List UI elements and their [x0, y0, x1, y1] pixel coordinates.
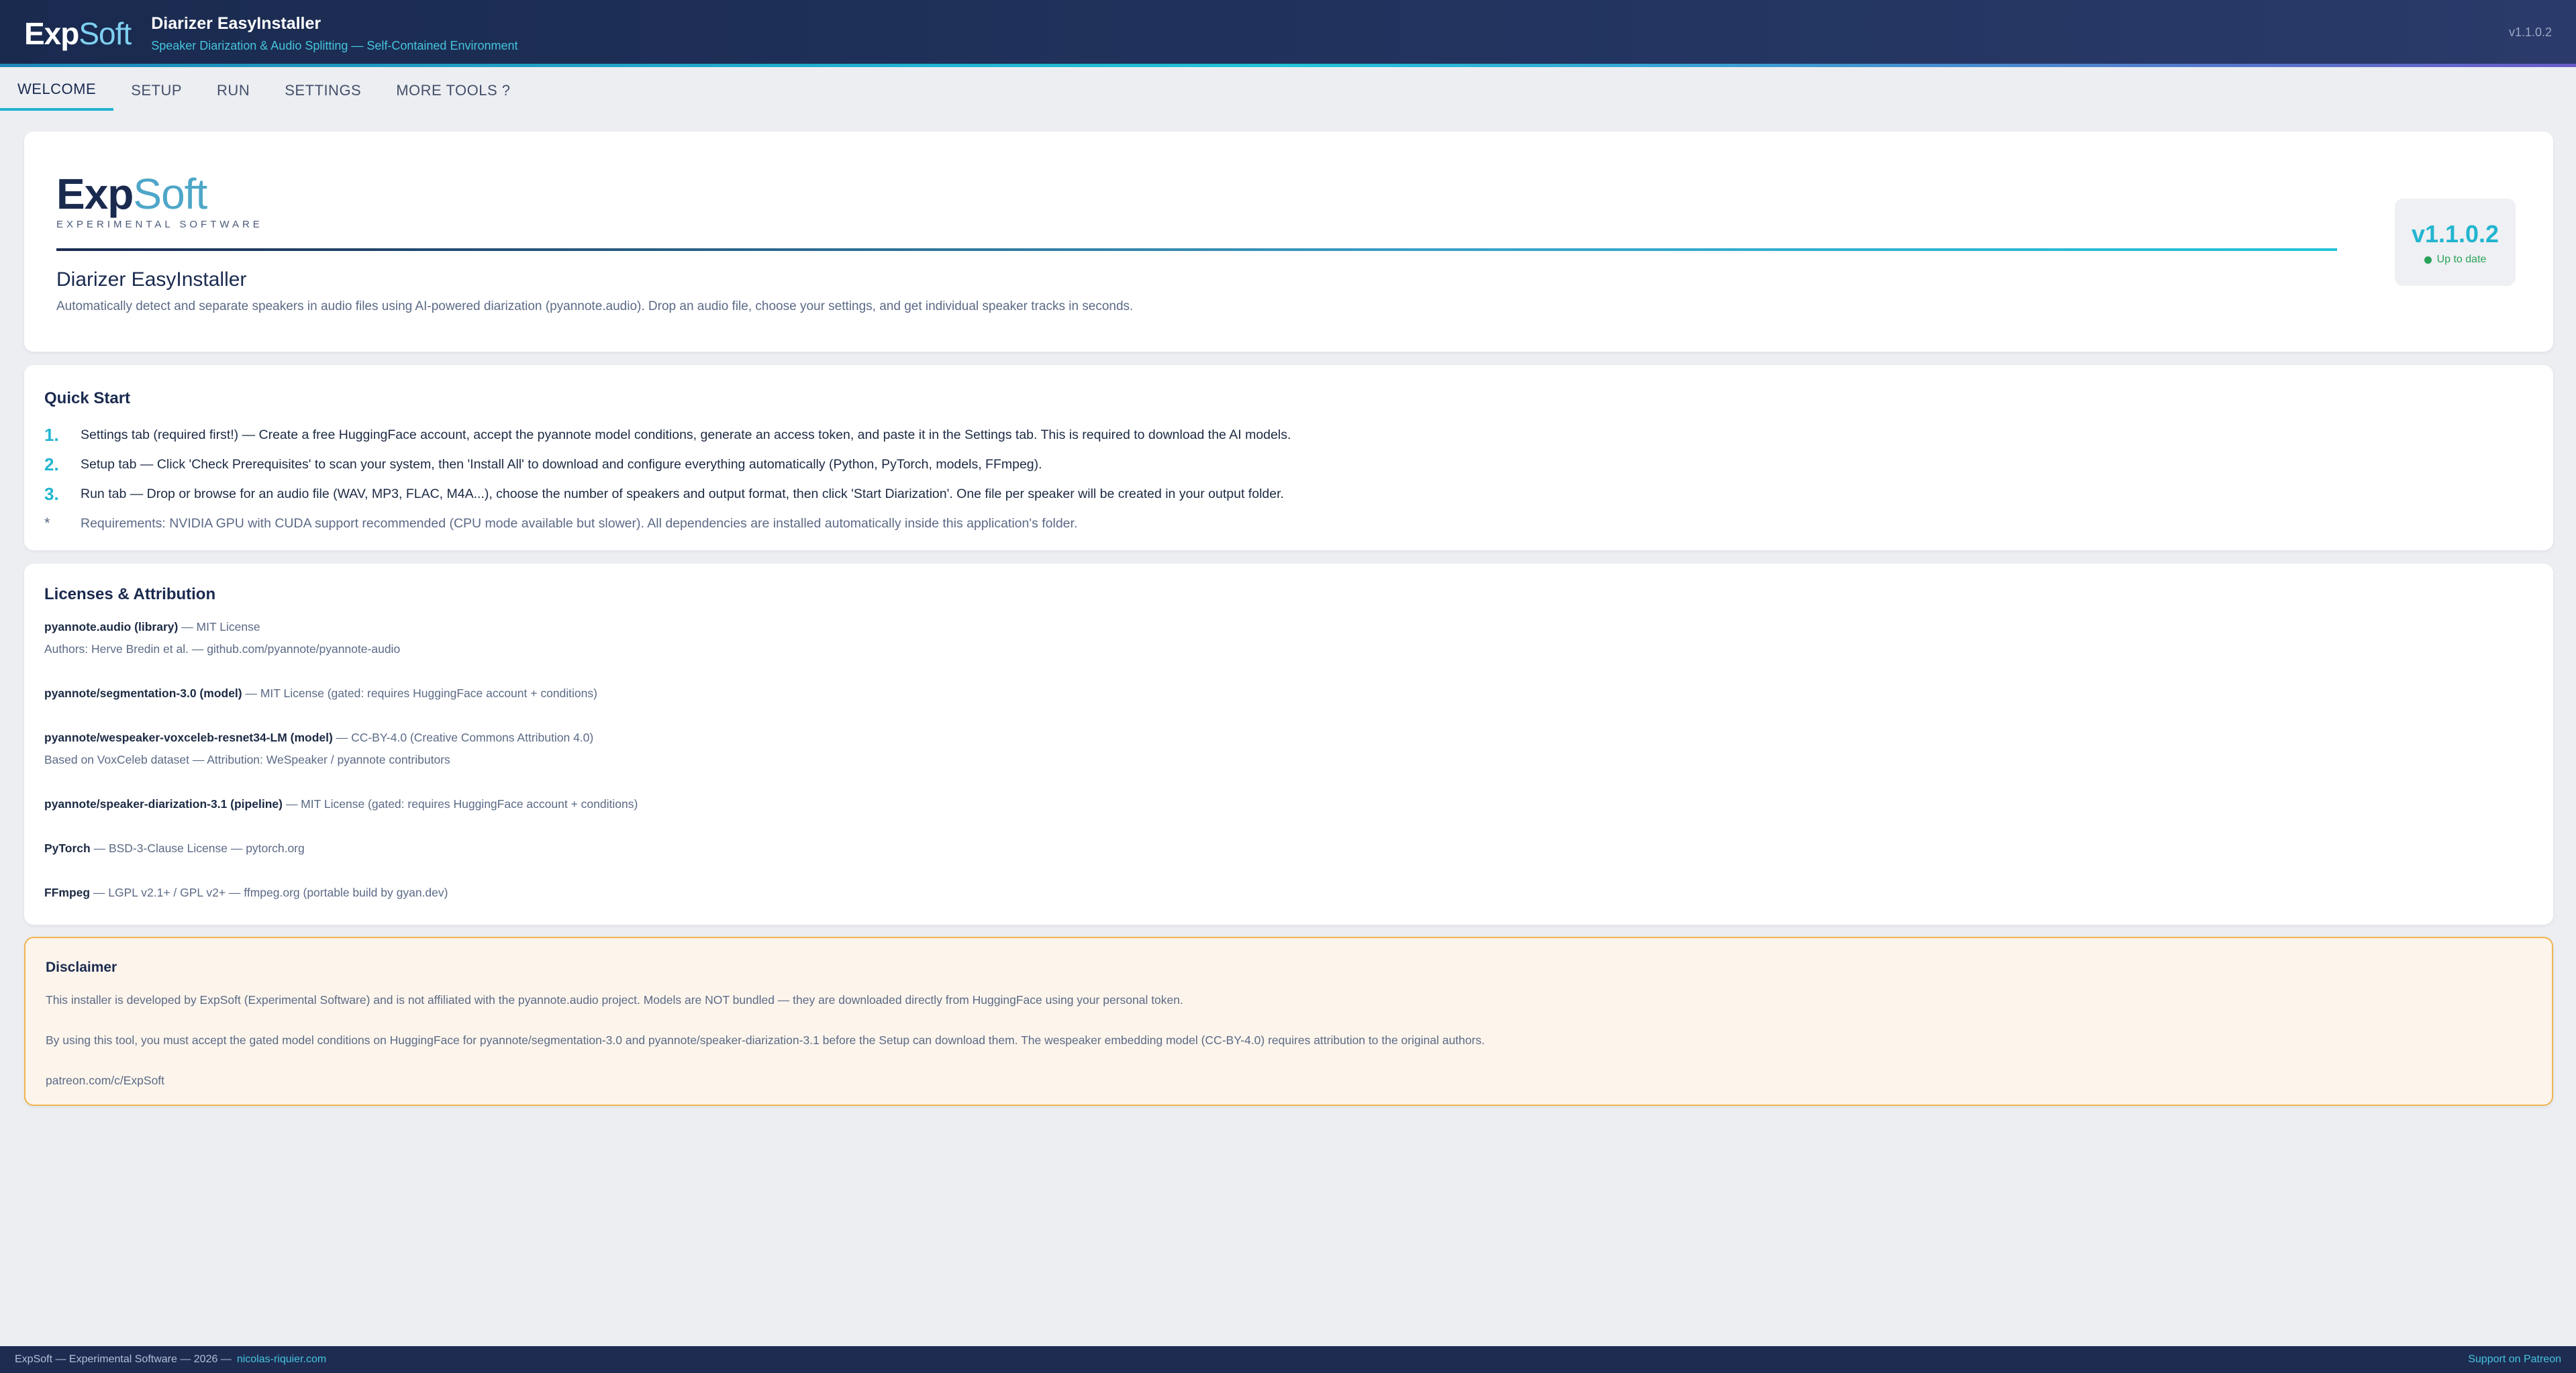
tab-more-tools[interactable]: MORE TOOLS ? [379, 70, 528, 111]
welcome-description: Automatically detect and separate speake… [56, 299, 1134, 313]
quick-start-card: Quick Start 1. Settings tab (required fi… [24, 365, 2553, 550]
list-item: * Requirements: NVIDIA GPU with CUDA sup… [44, 509, 2528, 538]
patreon-link[interactable]: patreon.com/c/ExpSoft [46, 1074, 164, 1088]
status-dot-icon [2424, 256, 2432, 264]
list-item: FFmpeg — LGPL v2.1+ / GPL v2+ — ffmpeg.o… [44, 882, 2528, 904]
welcome-title: Diarizer EasyInstaller [56, 268, 247, 291]
step-number: 2. [44, 454, 59, 474]
app-header: ExpSoft Diarizer EasyInstaller Speaker D… [0, 0, 2576, 67]
list-item: pyannote/speaker-diarization-3.1 (pipeli… [44, 793, 2528, 815]
list-item: 3. Run tab — Drop or browse for an audio… [44, 479, 2528, 509]
license-type: — MIT License (gated: requires HuggingFa… [242, 686, 597, 700]
license-detail: Based on VoxCeleb dataset — Attribution:… [44, 753, 450, 766]
tab-run[interactable]: RUN [199, 70, 267, 111]
support-patreon-link[interactable]: Support on Patreon [2468, 1354, 2561, 1366]
licenses-card: Licenses & Attribution pyannote.audio (l… [24, 564, 2553, 925]
step-number: 3. [44, 483, 59, 504]
tab-bar: WELCOME SETUP RUN SETTINGS MORE TOOLS ? [0, 70, 2576, 111]
brand-tagline: EXPERIMENTAL SOFTWARE [56, 219, 263, 230]
tab-settings[interactable]: SETTINGS [267, 70, 379, 111]
tab-setup[interactable]: SETUP [113, 70, 199, 111]
license-type: — LGPL v2.1+ / GPL v2+ — ffmpeg.org (por… [90, 886, 448, 899]
footer-copyright: ExpSoft — Experimental Software — 2026 — [15, 1354, 232, 1365]
disclaimer-paragraph: This installer is developed by ExpSoft (… [46, 993, 1183, 1007]
disclaimer-paragraph: By using this tool, you must accept the … [46, 1033, 1485, 1047]
license-type: — BSD-3-Clause License — pytorch.org [90, 842, 305, 855]
license-detail: Authors: Herve Bredin et al. — github.co… [44, 642, 401, 656]
list-item: pyannote/wespeaker-voxceleb-resnet34-LM … [44, 727, 2528, 771]
license-name: pyannote/wespeaker-voxceleb-resnet34-LM … [44, 731, 333, 744]
list-item: PyTorch — BSD-3-Clause License — pytorch… [44, 837, 2528, 860]
list-item: pyannote.audio (library) — MIT License A… [44, 616, 2528, 660]
brand-divider [56, 248, 2337, 251]
step-text: Run tab — Drop or browse for an audio fi… [81, 486, 1284, 501]
license-name: PyTorch [44, 842, 91, 855]
license-type: — MIT License [178, 620, 260, 633]
step-number: 1. [44, 424, 59, 445]
step-text: Settings tab (required first!) — Create … [81, 427, 1291, 442]
license-type: — MIT License (gated: requires HuggingFa… [282, 797, 638, 811]
version-badge: v1.1.0.2 Up to date [2395, 199, 2516, 286]
license-name: FFmpeg [44, 886, 91, 899]
header-version: v1.1.0.2 [2508, 26, 2552, 39]
quick-start-list: 1. Settings tab (required first!) — Crea… [44, 420, 2528, 538]
list-item: pyannote/segmentation-3.0 (model) — MIT … [44, 682, 2528, 705]
step-text: Setup tab — Click 'Check Prerequisites' … [81, 456, 1042, 472]
requirements-note: Requirements: NVIDIA GPU with CUDA suppo… [81, 515, 1078, 531]
license-type: — CC-BY-4.0 (Creative Commons Attributio… [332, 731, 594, 744]
brand-logo: ExpSoft [56, 170, 207, 218]
licenses-list: pyannote.audio (library) — MIT License A… [44, 616, 2528, 926]
disclaimer-title: Disclaimer [46, 960, 117, 975]
welcome-card: ExpSoft EXPERIMENTAL SOFTWARE Diarizer E… [24, 132, 2553, 352]
list-item: 1. Settings tab (required first!) — Crea… [44, 420, 2528, 450]
header-titles: Diarizer EasyInstaller Speaker Diarizati… [151, 14, 517, 53]
app-subtitle: Speaker Diarization & Audio Splitting — … [151, 39, 518, 52]
version-status: Up to date [2395, 254, 2516, 266]
app-footer: ExpSoft — Experimental Software — 2026 —… [0, 1346, 2576, 1373]
list-item: 2. Setup tab — Click 'Check Prerequisite… [44, 450, 2528, 479]
license-name: pyannote/speaker-diarization-3.1 (pipeli… [44, 797, 283, 811]
footer-website-link[interactable]: nicolas-riquier.com [237, 1354, 326, 1366]
header-logo: ExpSoft [24, 16, 132, 51]
version-status-label: Up to date [2436, 254, 2487, 265]
license-name: pyannote/segmentation-3.0 (model) [44, 686, 242, 700]
quick-start-title: Quick Start [44, 389, 131, 407]
disclaimer-card: Disclaimer This installer is developed b… [24, 937, 2553, 1106]
license-name: pyannote.audio (library) [44, 620, 179, 633]
note-marker: * [44, 515, 50, 531]
version-number: v1.1.0.2 [2411, 220, 2499, 248]
licenses-title: Licenses & Attribution [44, 585, 216, 603]
app-title: Diarizer EasyInstaller [151, 14, 321, 33]
tab-welcome[interactable]: WELCOME [0, 70, 114, 111]
